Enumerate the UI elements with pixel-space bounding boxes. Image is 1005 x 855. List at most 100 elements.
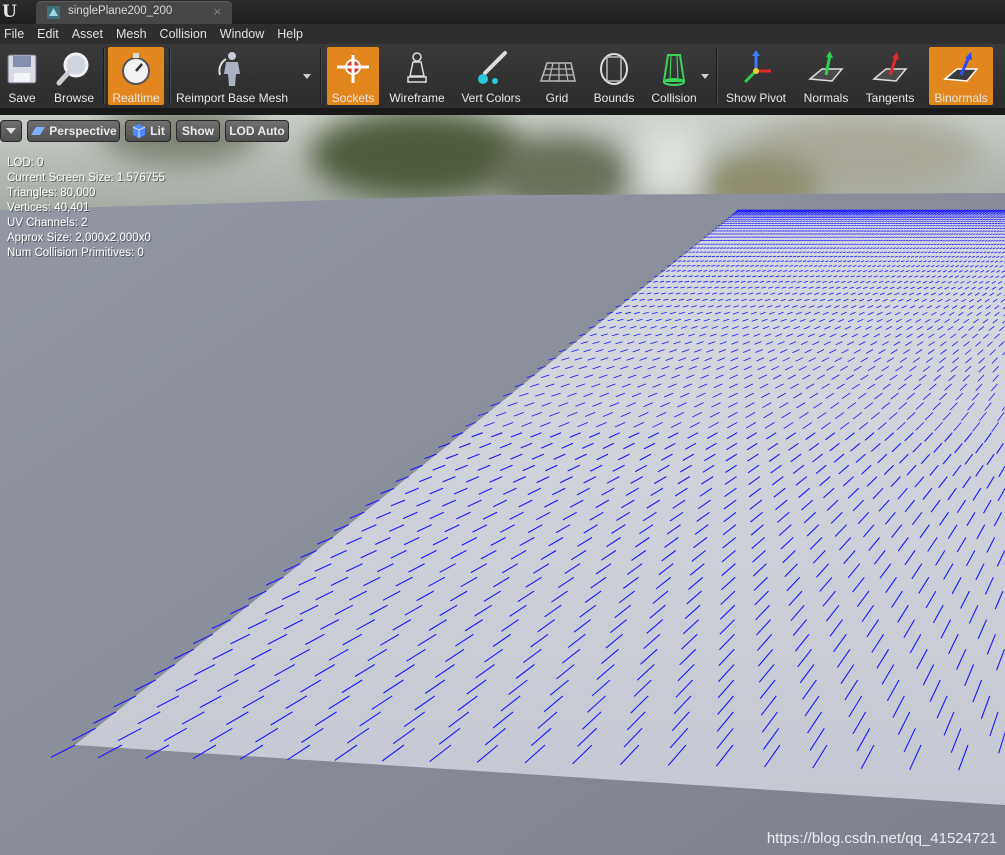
stat-screen-size: Current Screen Size: 1.576755 — [7, 172, 165, 184]
binormal-line — [942, 217, 946, 219]
reimport-base-mesh-button[interactable]: Reimport Base Mesh — [175, 47, 289, 105]
vert-colors-button[interactable]: Vert Colors — [456, 47, 526, 105]
binormal-line — [988, 209, 991, 211]
binormal-line — [926, 225, 930, 227]
binormal-line — [995, 215, 998, 217]
binormal-line — [823, 243, 827, 245]
binormal-line — [948, 217, 951, 219]
mesh-viewport[interactable]: Perspective Lit Show LOD Auto LOD: 0 Cur… — [0, 115, 1005, 855]
binormal-line — [877, 233, 880, 235]
binormal-line — [714, 251, 718, 253]
binormal-line — [870, 236, 873, 238]
viewport-options-button[interactable] — [0, 120, 22, 142]
vert-colors-brush-icon — [478, 51, 507, 84]
grid-button[interactable]: Grid — [535, 47, 579, 105]
title-bar: U singlePlane200_200 × — [0, 0, 1005, 24]
binormal-line — [874, 240, 878, 242]
binormal-line — [898, 225, 902, 227]
binormal-line — [952, 222, 955, 225]
binormal-line — [726, 247, 730, 249]
binormal-line — [850, 243, 854, 245]
binormal-line — [926, 220, 930, 222]
binormal-line — [918, 220, 921, 222]
binormal-line — [965, 209, 969, 211]
tangents-button[interactable]: Tangents — [861, 47, 919, 105]
binormal-line — [993, 212, 997, 214]
save-button[interactable]: Save — [2, 47, 42, 105]
binormal-line — [859, 236, 862, 238]
binormal-line — [703, 251, 707, 253]
sockets-button[interactable]: Sockets — [327, 47, 379, 105]
binormal-line — [860, 240, 864, 242]
binormal-line — [763, 247, 767, 249]
bounds-button[interactable]: Bounds — [588, 47, 640, 105]
binormal-line — [919, 233, 922, 235]
binormal-line — [908, 233, 911, 235]
binormal-line — [903, 230, 906, 232]
binormal-line — [981, 215, 984, 217]
menu-help[interactable]: Help — [277, 27, 312, 41]
binormal-line — [846, 240, 849, 242]
asset-tab[interactable]: singlePlane200_200 × — [36, 1, 232, 24]
binormal-line — [975, 213, 979, 215]
binormal-line — [912, 220, 916, 222]
binormal-line — [899, 233, 903, 235]
binormal-line — [989, 213, 993, 215]
menu-edit[interactable]: Edit — [37, 27, 68, 41]
menu-collision[interactable]: Collision — [160, 27, 216, 41]
binormal-line — [909, 225, 913, 227]
realtime-button[interactable]: Realtime — [108, 47, 164, 105]
wireframe-button[interactable]: Wireframe — [387, 47, 447, 105]
binormals-button[interactable]: Binormals — [929, 47, 993, 105]
menu-file[interactable]: File — [4, 27, 33, 41]
binormal-line — [799, 243, 803, 245]
show-button[interactable]: Show — [176, 120, 220, 142]
binormal-line — [960, 222, 964, 225]
collision-icon — [662, 54, 686, 86]
tab-close-icon[interactable]: × — [213, 5, 222, 18]
reimport-dropdown-icon[interactable] — [303, 74, 311, 79]
binormal-line — [929, 225, 933, 227]
binormal-line — [965, 212, 969, 214]
binormal-line — [790, 243, 794, 245]
binormal-line — [766, 247, 770, 249]
lod-auto-button[interactable]: LOD Auto — [225, 120, 289, 142]
binormal-line — [863, 230, 867, 232]
normals-button[interactable]: Normals — [799, 47, 853, 105]
binormal-line — [891, 240, 895, 242]
binormal-line — [971, 212, 974, 214]
binormal-line — [951, 227, 955, 229]
collision-dropdown-icon[interactable] — [701, 74, 709, 79]
menu-window[interactable]: Window — [220, 27, 273, 41]
binormal-line — [988, 212, 991, 214]
binormal-line — [904, 225, 907, 227]
menu-mesh[interactable]: Mesh — [116, 27, 156, 41]
binormal-line — [915, 220, 919, 222]
collision-button[interactable]: Collision — [648, 47, 700, 105]
binormal-line — [887, 220, 890, 222]
binormal-line — [985, 209, 989, 211]
lod-label: LOD Auto — [229, 124, 285, 138]
perspective-button[interactable]: Perspective — [27, 120, 120, 142]
binormal-line — [984, 213, 987, 215]
binormal-line — [954, 214, 958, 216]
lit-button[interactable]: Lit — [125, 120, 171, 142]
binormal-line — [892, 236, 896, 238]
binormal-line — [951, 214, 955, 216]
binormal-line — [968, 209, 972, 211]
binormal-line — [982, 214, 986, 216]
binormal-line — [703, 247, 707, 249]
binormal-line — [854, 240, 858, 242]
static-mesh-icon — [47, 6, 60, 19]
show-pivot-button[interactable]: Show Pivot — [722, 47, 790, 105]
binormal-line — [999, 209, 1003, 211]
binormal-line — [684, 251, 688, 253]
menu-asset[interactable]: Asset — [72, 27, 112, 41]
binormal-line — [886, 230, 890, 232]
binormal-line — [746, 247, 750, 249]
binormal-line — [894, 240, 897, 242]
binormal-line — [706, 247, 710, 249]
binormal-line — [802, 243, 806, 245]
browse-button[interactable]: Browse — [50, 47, 98, 105]
binormal-line — [945, 217, 948, 219]
